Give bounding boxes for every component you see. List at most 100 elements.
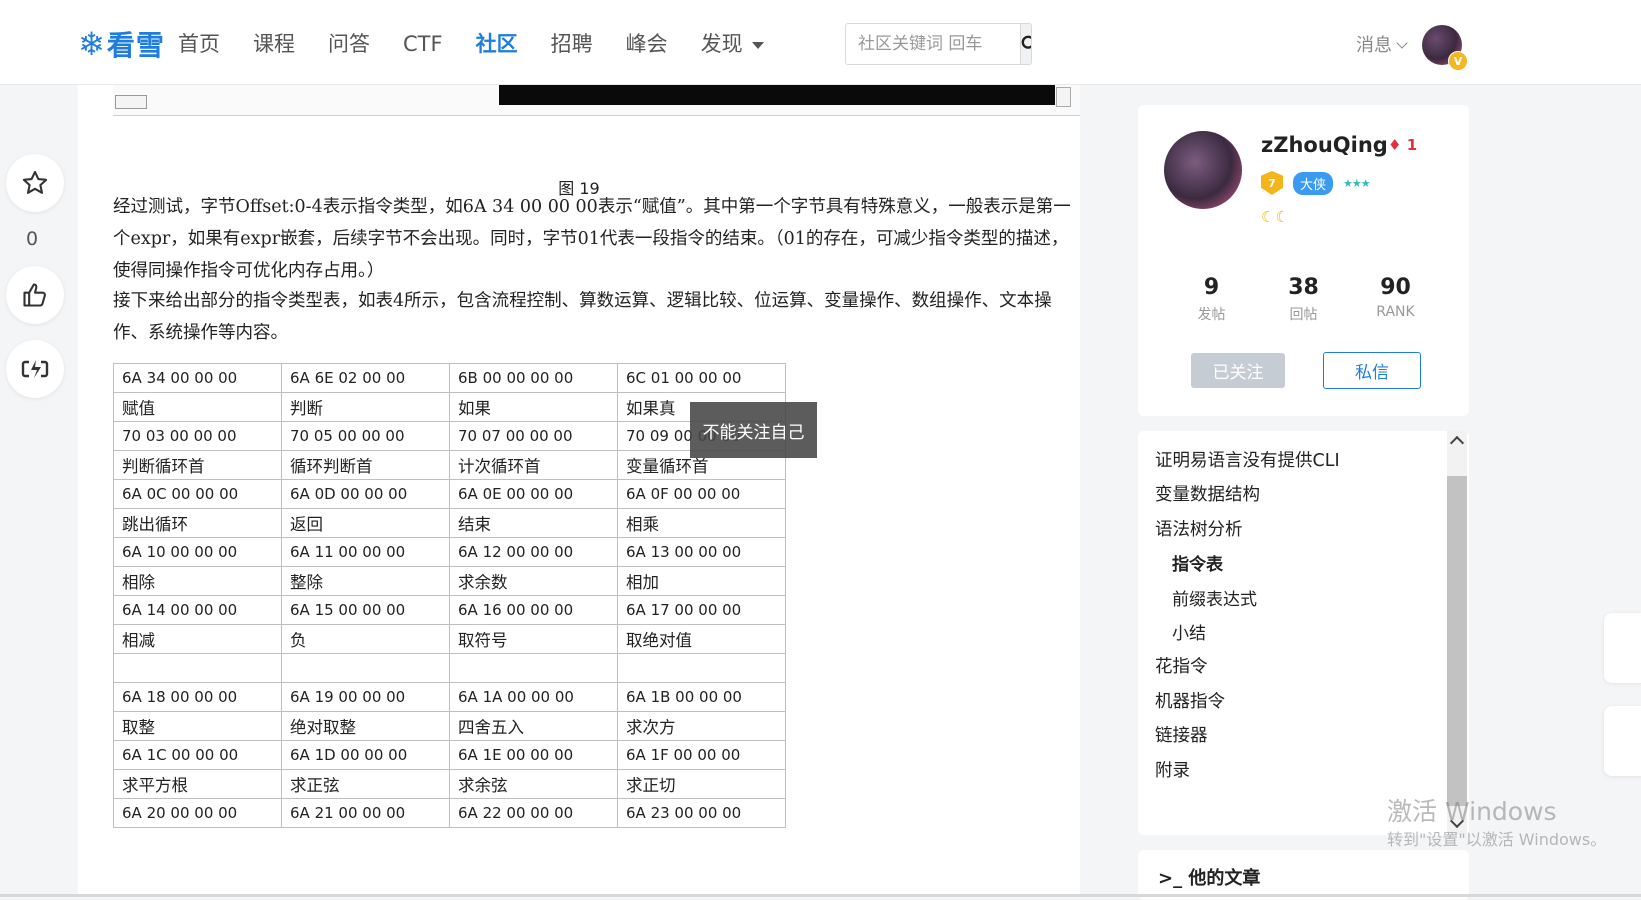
share-button[interactable]	[6, 340, 64, 398]
messages-menu[interactable]: 消息	[1356, 31, 1408, 57]
table-row: 跳出循环 返回 结束 相乘	[113, 508, 786, 538]
paragraph-2: 接下来给出部分的指令类型表，如表4所示，包含流程控制、算数运算、逻辑比较、位运算…	[113, 291, 1052, 343]
table-cell: 求正切	[617, 769, 786, 799]
table-cell: 6A 34 00 00 00	[113, 363, 282, 393]
toc-item[interactable]: 附录	[1155, 757, 1190, 782]
table-cell: 6A 1B 00 00 00	[617, 682, 786, 712]
windows-activation-title: 激活 Windows	[1387, 797, 1557, 826]
table-cell: 6A 0C 00 00 00	[113, 479, 282, 509]
table-row: 求平方根 求正弦 求余弦 求正切	[113, 769, 786, 799]
followed-button[interactable]: 已关注	[1191, 353, 1285, 388]
table-cell: 求正弦	[281, 769, 450, 799]
site-logo[interactable]: ❄ 看雪	[78, 24, 165, 64]
author-stats: 9 发帖 38 回帖 90 RANK	[1138, 275, 1469, 324]
private-message-button[interactable]: 私信	[1323, 352, 1421, 389]
stat-replies[interactable]: 38 回帖	[1258, 275, 1350, 324]
search-button[interactable]	[1020, 24, 1031, 64]
toc-item[interactable]: 证明易语言没有提供CLI	[1155, 447, 1340, 472]
table-row: 赋值 判断 如果 如果真	[113, 392, 786, 422]
toc-item[interactable]: 指令表	[1172, 550, 1223, 575]
nav-qa[interactable]: 问答	[328, 28, 370, 60]
rank-badge: ♦ 1	[1388, 136, 1417, 154]
other-articles-label: 他的文章	[1188, 868, 1261, 889]
nav-jobs[interactable]: 招聘	[551, 28, 593, 60]
table-cell: 整除	[281, 566, 450, 596]
table-cell: 计次循环首	[449, 450, 618, 480]
vip-badge: V	[1448, 51, 1468, 71]
stat-value: 38	[1288, 275, 1319, 300]
table-cell: 6A 1F 00 00 00	[617, 740, 786, 770]
table-cell: 6A 12 00 00 00	[449, 537, 618, 567]
table-row	[113, 653, 786, 683]
table-cell: 6A 0F 00 00 00	[617, 479, 786, 509]
table-cell: 6A 0E 00 00 00	[449, 479, 618, 509]
table-cell: 6A 13 00 00 00	[617, 537, 786, 567]
table-cell: 取绝对值	[617, 624, 786, 654]
author-name[interactable]: zZhouQing	[1261, 133, 1388, 157]
embedded-screenshot	[113, 85, 1080, 116]
table-cell: 取整	[113, 711, 282, 741]
table-cell: 6C 01 00 00 00	[617, 363, 786, 393]
table-cell: 结束	[449, 508, 618, 538]
stat-label: 回帖	[1289, 307, 1318, 323]
rank-number: 1	[1406, 136, 1418, 154]
chevron-right-icon: >_	[1158, 868, 1189, 889]
nav-home[interactable]: 首页	[178, 28, 220, 60]
table-cell: 70 05 00 00 00	[281, 421, 450, 451]
table-cell: 循环判断首	[281, 450, 450, 480]
table-cell: 6A 23 00 00 00	[617, 798, 786, 828]
table-row: 取整 绝对取整 四舍五入 求次方	[113, 711, 786, 741]
nav-summit[interactable]: 峰会	[626, 28, 668, 60]
table-cell: 6A 15 00 00 00	[281, 595, 450, 625]
toc-item[interactable]: 变量数据结构	[1155, 481, 1260, 506]
other-articles-card: >_ 他的文章	[1138, 850, 1469, 900]
toc-item[interactable]: 语法树分析	[1155, 516, 1243, 541]
nav-community[interactable]: 社区	[476, 28, 518, 60]
scrollbar-left	[115, 95, 147, 109]
table-cell: 6A 20 00 00 00	[113, 798, 282, 828]
table-row: 判断循环首 循环判断首 计次循环首 变量循环首	[113, 450, 786, 480]
stat-label: 发帖	[1197, 307, 1226, 323]
table-cell: 求次方	[617, 711, 786, 741]
author-avatar[interactable]	[1164, 131, 1242, 209]
like-button[interactable]	[6, 266, 64, 324]
edge-float-button[interactable]	[1604, 706, 1641, 776]
stat-value: 9	[1203, 275, 1220, 300]
nav-courses[interactable]: 课程	[253, 28, 295, 60]
scrollbar-right	[1056, 87, 1071, 107]
scroll-up-icon[interactable]	[1449, 435, 1465, 451]
toc-item[interactable]: 链接器	[1155, 722, 1208, 747]
table-cell: 判断循环首	[113, 450, 282, 480]
table-cell: 6A 22 00 00 00	[449, 798, 618, 828]
table-of-contents: 证明易语言没有提供CLI 变量数据结构 语法树分析指令表前缀表达式小结花指令机器指令…	[1138, 431, 1469, 835]
chevron-down-icon	[1396, 37, 1408, 49]
table-cell	[449, 653, 618, 683]
toc-scrollbar[interactable]	[1447, 431, 1467, 835]
snowflake-icon: ❄	[78, 25, 105, 63]
table-cell: 6A 19 00 00 00	[281, 682, 450, 712]
toc-item[interactable]: 花指令	[1155, 653, 1208, 678]
table-cell: 四舍五入	[449, 711, 618, 741]
favorite-button[interactable]	[6, 154, 64, 212]
toc-item[interactable]: 前缀表达式	[1172, 585, 1257, 610]
author-badges: 7 大侠 ★★★	[1261, 171, 1371, 195]
author-card: zZhouQing ♦ 1 7 大侠 ★★★ ☾☾ 9 发帖 38 回帖 90 RAN…	[1138, 105, 1469, 416]
logo-text: 看雪	[106, 29, 165, 62]
table-row: 6A 34 00 00 00 6A 6E 02 00 00 6B 00 00 00 …	[113, 363, 786, 393]
search-input[interactable]	[846, 24, 1020, 64]
table-cell: 取符号	[449, 624, 618, 654]
scroll-thumb[interactable]	[1447, 476, 1467, 806]
nav-discover[interactable]: 发现	[701, 28, 764, 60]
thumbs-up-icon	[23, 283, 46, 307]
table-cell: 负	[281, 624, 450, 654]
toc-item[interactable]: 机器指令	[1155, 688, 1225, 713]
table-cell: 6A 14 00 00 00	[113, 595, 282, 625]
user-avatar[interactable]: V	[1422, 25, 1468, 71]
stat-posts[interactable]: 9 发帖	[1166, 275, 1258, 324]
edge-float-button[interactable]	[1604, 613, 1641, 683]
nav-ctf[interactable]: CTF	[403, 28, 443, 60]
table-row: 6A 18 00 00 00 6A 19 00 00 00 6A 1A 00 00 …	[113, 682, 786, 712]
caret-down-icon	[751, 41, 764, 49]
stat-rank[interactable]: 90 RANK	[1350, 275, 1442, 324]
toc-item[interactable]: 小结	[1172, 619, 1206, 644]
